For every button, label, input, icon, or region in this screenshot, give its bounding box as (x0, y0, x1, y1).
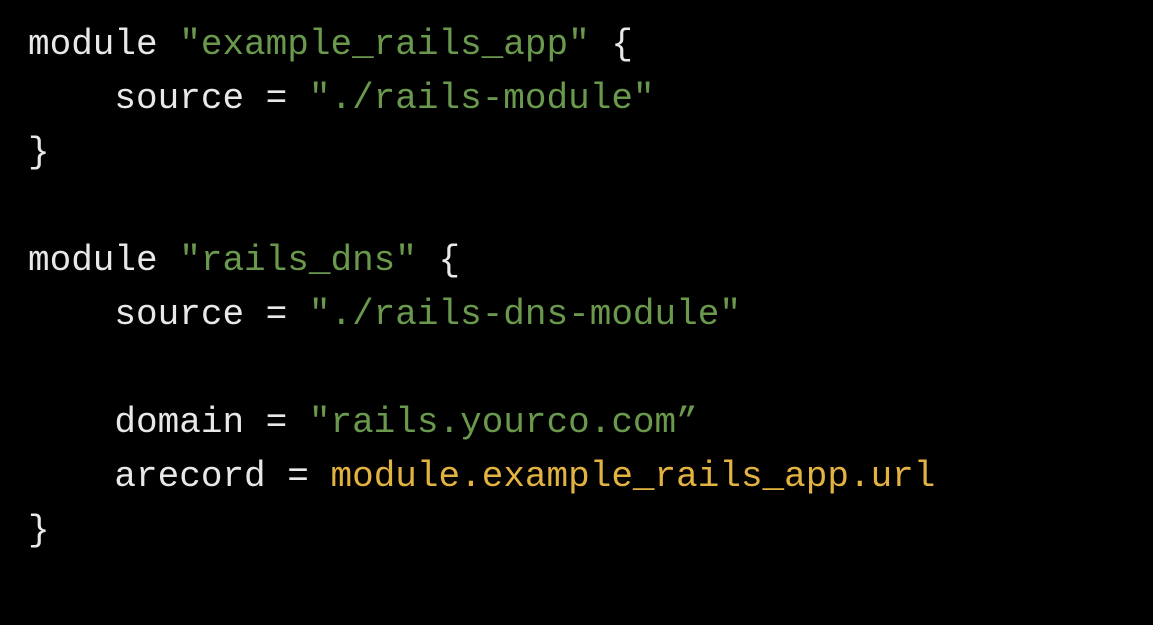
code-line-9: arecord = module.example_rails_app.url (28, 456, 935, 497)
code-block: module "example_rails_app" { source = ".… (28, 18, 1125, 558)
attr-domain: domain (114, 402, 244, 443)
code-line-8: domain = "rails.yourco.com” (28, 402, 698, 443)
string-value: "./rails-module" (309, 78, 655, 119)
module-name: "rails_dns" (179, 240, 417, 281)
equals: = (287, 456, 309, 497)
attr-source: source (114, 294, 244, 335)
module-name: "example_rails_app" (179, 24, 589, 65)
string-value: "./rails-dns-module" (309, 294, 741, 335)
code-line-10: } (28, 510, 50, 551)
keyword-module: module (28, 24, 158, 65)
close-brace: } (28, 510, 50, 551)
code-line-2: source = "./rails-module" (28, 78, 655, 119)
equals: = (266, 402, 288, 443)
open-brace: { (611, 24, 633, 65)
attr-arecord: arecord (114, 456, 265, 497)
equals: = (266, 294, 288, 335)
code-line-3: } (28, 132, 50, 173)
string-value: "rails.yourco.com” (309, 402, 698, 443)
close-brace: } (28, 132, 50, 173)
code-line-6: source = "./rails-dns-module" (28, 294, 741, 335)
equals: = (266, 78, 288, 119)
open-brace: { (438, 240, 460, 281)
attr-source: source (114, 78, 244, 119)
module-reference: module.example_rails_app.url (330, 456, 935, 497)
keyword-module: module (28, 240, 158, 281)
code-line-1: module "example_rails_app" { (28, 24, 633, 65)
code-line-5: module "rails_dns" { (28, 240, 460, 281)
